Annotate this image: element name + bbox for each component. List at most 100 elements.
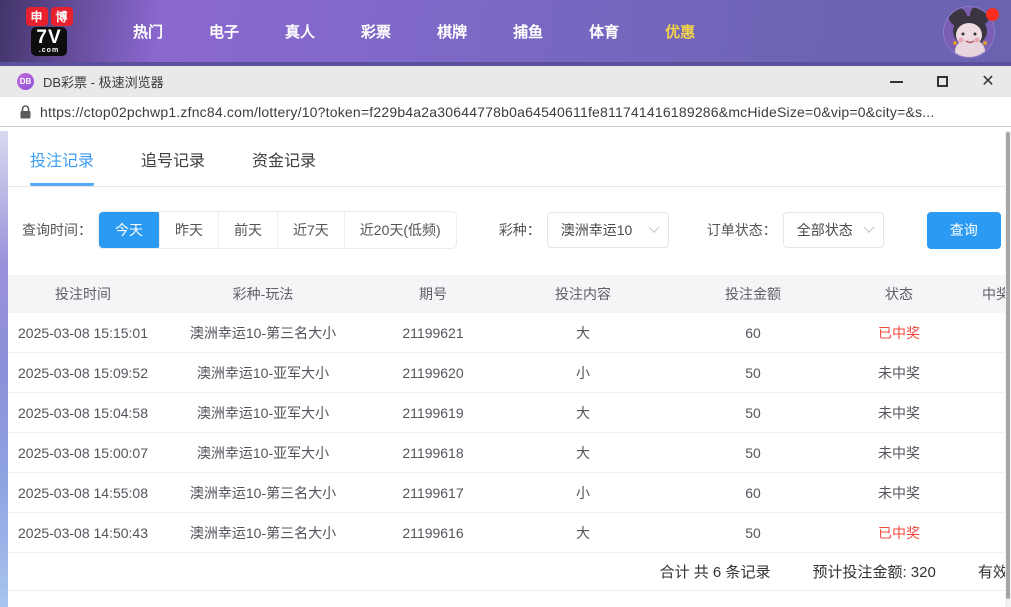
time-option-1[interactable]: 昨天 (159, 212, 218, 248)
tab-chase-records[interactable]: 追号记录 (141, 147, 205, 183)
vertical-scrollbar (1005, 131, 1011, 607)
cell-issue: 21199621 (402, 324, 464, 341)
column-header-1: 彩种-玩法 (232, 286, 294, 302)
logo-box: 7V .com (31, 26, 67, 56)
cell-amount: 50 (745, 524, 761, 541)
cell-issue: 21199619 (402, 404, 464, 421)
table-row: 2025-03-08 14:55:08 澳洲幸运10-第三名大小 21199617 小… (8, 473, 1005, 513)
table-header-row: 投注时间 彩种-玩法 期号 投注内容 投注金额 状态 中奖金额 (8, 275, 1005, 313)
nav-item-hot[interactable]: 热门 (110, 21, 186, 42)
cell-time: 2025-03-08 14:55:08 (18, 484, 148, 501)
cell-prize_fragment: 9 (960, 525, 1005, 541)
column-header-5: 状态 (885, 286, 913, 302)
cell-issue: 21199616 (402, 524, 464, 541)
summary-row: 合计 共 6 条记录 预计投注金额: 320 有效投注金额: (8, 553, 1005, 591)
filter-bar: 查询时间： 今天 昨天 前天 近7天 近20天(低频) 彩种： 澳洲幸运10 订单状态：… (22, 211, 1005, 249)
cell-amount: 50 (745, 364, 761, 381)
cell-content: 小 (576, 484, 590, 501)
cell-game: 澳洲幸运10-第三名大小 (189, 484, 337, 501)
close-button[interactable]: ✕ (965, 66, 1011, 97)
cell-status: 未中奖 (878, 484, 920, 501)
cell-issue: 21199620 (402, 364, 464, 381)
cell-status: 已中奖 (878, 324, 920, 341)
window-title: DB彩票 - 极速浏览器 (43, 75, 164, 90)
nav-item-slots[interactable]: 电子 (186, 21, 262, 42)
cell-amount: 60 (745, 324, 761, 341)
bet-records-table: 投注时间 彩种-玩法 期号 投注内容 投注金额 状态 中奖金额 2025-03-08 15:… (8, 275, 1005, 591)
cell-content: 大 (576, 324, 590, 341)
minimize-button[interactable] (873, 66, 919, 97)
cell-time: 2025-03-08 15:09:52 (18, 364, 148, 381)
order-status-value: 全部状态 (796, 222, 853, 238)
lottery-select[interactable]: 澳洲幸运10 (546, 212, 669, 248)
query-button[interactable]: 查询 (926, 211, 1001, 249)
cell-issue: 21199617 (402, 484, 464, 501)
cell-prize_fragment: 1 (960, 325, 1005, 341)
tab-fund-records[interactable]: 资金记录 (252, 147, 316, 183)
browser-titlebar: DB DB彩票 - 极速浏览器 ✕ (0, 62, 1011, 97)
cell-time: 2025-03-08 15:04:58 (18, 404, 148, 421)
tab-bet-records[interactable]: 投注记录 (30, 147, 95, 186)
time-option-4[interactable]: 近20天(低频) (343, 212, 456, 248)
cell-time: 2025-03-08 15:00:07 (18, 444, 148, 461)
url-text: https://ctop02pchwp1.zfnc84.com/lottery/… (40, 103, 935, 120)
summary-valid-amount: 有效投注金额: (977, 564, 1005, 581)
table-row: 2025-03-08 15:04:58 澳洲幸运10-亚军大小 21199619 大 5… (8, 393, 1005, 433)
time-option-0[interactable]: 今天 (98, 212, 160, 248)
promo-nav: 申 博 7V .com 热门 电子 真人 彩票 棋牌 捕鱼 体育 优惠 (0, 0, 1011, 62)
lottery-filter-label: 彩种： (498, 222, 541, 238)
cell-amount: 60 (745, 484, 761, 501)
time-filter-label: 查询时间： (22, 222, 92, 238)
cell-status: 未中奖 (878, 364, 920, 381)
cell-content: 大 (576, 404, 590, 421)
table-row: 2025-03-08 15:00:07 澳洲幸运10-亚军大小 21199618 大 5… (8, 433, 1005, 473)
cell-status: 已中奖 (878, 524, 920, 541)
time-option-2[interactable]: 前天 (218, 212, 277, 248)
order-status-select[interactable]: 全部状态 (782, 212, 884, 248)
cell-game: 澳洲幸运10-亚军大小 (196, 444, 330, 461)
cell-status: 未中奖 (878, 444, 920, 461)
table-row: 2025-03-08 15:09:52 澳洲幸运10-亚军大小 21199620 小 5… (8, 353, 1005, 393)
nav-menu: 热门 电子 真人 彩票 棋牌 捕鱼 体育 优惠 (110, 21, 718, 42)
site-logo[interactable]: 申 博 7V .com (22, 6, 76, 56)
maximize-button[interactable] (919, 66, 965, 97)
table-row: 2025-03-08 15:15:01 澳洲幸运10-第三名大小 21199621 大… (8, 313, 1005, 353)
cell-game: 澳洲幸运10-亚军大小 (196, 404, 330, 421)
cell-game: 澳洲幸运10-第三名大小 (189, 524, 337, 541)
cell-amount: 50 (745, 404, 761, 421)
minimize-icon (889, 80, 903, 83)
cell-content: 小 (576, 364, 590, 381)
order-status-label: 订单状态： (706, 222, 777, 238)
notification-dot (986, 8, 999, 21)
address-bar[interactable]: https://ctop02pchwp1.zfnc84.com/lottery/… (0, 97, 1011, 127)
cell-content: 大 (576, 444, 590, 461)
cell-status: 未中奖 (878, 404, 920, 421)
column-header-3: 投注内容 (555, 286, 611, 302)
user-avatar[interactable] (943, 6, 999, 60)
cell-time: 2025-03-08 15:15:01 (18, 324, 148, 341)
chevron-down-icon (648, 221, 660, 233)
close-icon: ✕ (981, 72, 995, 90)
nav-item-chess[interactable]: 棋牌 (414, 21, 490, 42)
page-body: 投注记录 追号记录 资金记录 查询时间： 今天 昨天 前天 近7天 近20天(低频) 彩种：… (0, 131, 1011, 607)
logo-char-2: 博 (50, 6, 73, 26)
cell-issue: 21199618 (402, 444, 464, 461)
nav-item-lottery[interactable]: 彩票 (338, 21, 414, 42)
logo-7v-text: 7V (36, 26, 62, 48)
logo-com-text: .com (38, 46, 60, 54)
column-header-4: 投注金额 (725, 286, 781, 302)
nav-item-promo[interactable]: 优惠 (642, 21, 718, 42)
cell-time: 2025-03-08 14:50:43 (18, 524, 148, 541)
nav-item-sports[interactable]: 体育 (566, 21, 642, 42)
lottery-select-value: 澳洲幸运10 (560, 222, 633, 238)
cell-amount: 50 (745, 444, 761, 461)
time-option-3[interactable]: 近7天 (277, 212, 344, 248)
logo-char-1: 申 (25, 6, 48, 26)
cell-content: 大 (576, 524, 590, 541)
chevron-down-icon (863, 221, 875, 233)
favicon-db: DB (17, 73, 34, 90)
record-tabs: 投注记录 追号记录 资金记录 (8, 131, 1005, 187)
scrollbar-thumb[interactable] (1006, 132, 1010, 599)
nav-item-live[interactable]: 真人 (262, 21, 338, 42)
nav-item-fishing[interactable]: 捕鱼 (490, 21, 566, 42)
